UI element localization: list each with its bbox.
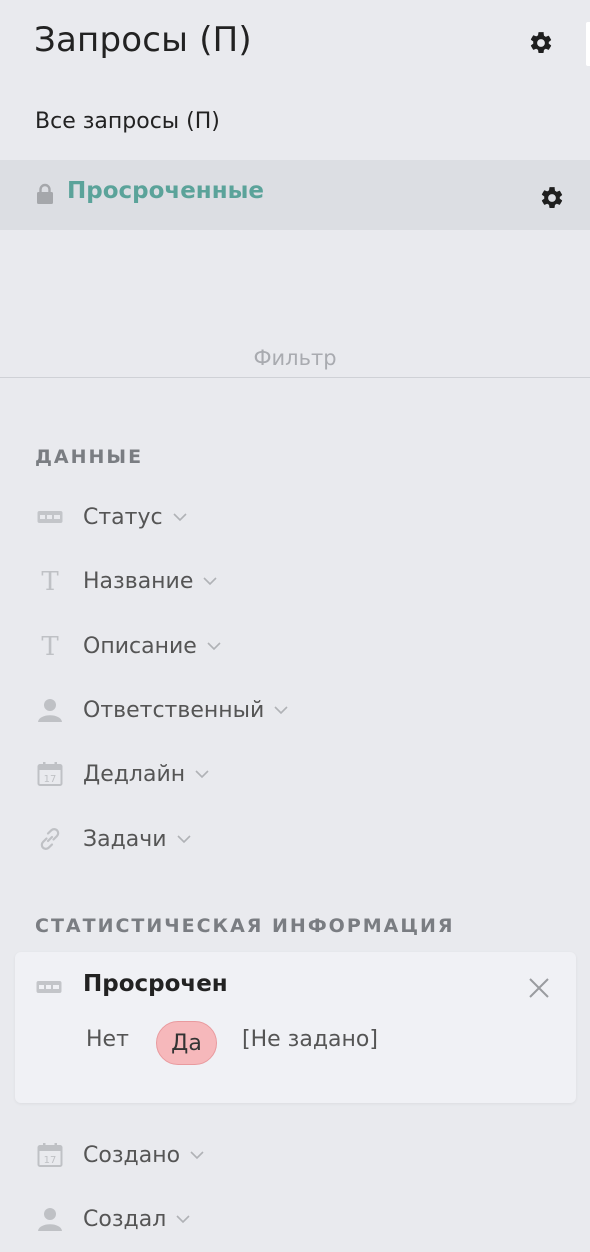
field-created[interactable]: 17 Создано: [36, 1135, 204, 1175]
chevron-down-icon[interactable]: [195, 769, 209, 779]
field-deadline[interactable]: 17 Дедлайн: [36, 754, 209, 794]
user-icon: [36, 696, 64, 724]
field-status[interactable]: Статус: [36, 497, 187, 537]
section-heading-data: ДАННЫЕ: [35, 446, 144, 468]
field-label: Задачи: [83, 826, 167, 852]
svg-text:17: 17: [44, 1155, 57, 1166]
svg-text:T: T: [41, 633, 59, 659]
field-label: Дедлайн: [83, 761, 186, 787]
chevron-down-icon[interactable]: [190, 1150, 204, 1160]
field-assignee[interactable]: Ответственный: [36, 690, 288, 730]
scrollbar-edge[interactable]: [586, 22, 590, 66]
field-created-by[interactable]: Создал: [36, 1199, 190, 1239]
chevron-down-icon[interactable]: [176, 1214, 190, 1224]
field-label: Описание: [83, 633, 197, 659]
user-icon: [36, 1205, 64, 1233]
field-label: Ответственный: [83, 697, 265, 723]
field-name[interactable]: T Название: [36, 561, 217, 601]
chevron-down-icon[interactable]: [177, 834, 191, 844]
chevron-down-icon[interactable]: [207, 641, 221, 651]
all-requests-link[interactable]: Все запросы (П): [35, 109, 220, 134]
view-label-overdue[interactable]: Просроченные: [67, 178, 264, 204]
calendar-icon: 17: [36, 1141, 64, 1169]
lock-icon: [36, 183, 54, 209]
link-icon: [36, 825, 64, 853]
filter-option-no[interactable]: Нет: [86, 1027, 129, 1052]
field-label: Статус: [83, 504, 163, 530]
field-label: Название: [83, 568, 194, 594]
chevron-down-icon[interactable]: [274, 705, 288, 715]
list-icon: [36, 503, 64, 531]
list-icon: [36, 979, 62, 998]
close-icon[interactable]: [528, 977, 550, 1003]
calendar-icon: 17: [36, 760, 64, 788]
filter-option-yes-selected[interactable]: Да: [156, 1021, 217, 1065]
text-icon: T: [36, 632, 64, 660]
svg-text:T: T: [41, 568, 59, 594]
active-filter-title: Просрочен: [83, 971, 228, 997]
field-tasks[interactable]: Задачи: [36, 819, 191, 859]
view-settings-gear-icon[interactable]: [539, 185, 565, 211]
page-title: Запросы (П): [34, 20, 252, 60]
filter-divider: [0, 377, 590, 378]
chevron-down-icon[interactable]: [173, 512, 187, 522]
section-heading-stats: СТАТИСТИЧЕСКАЯ ИНФОРМАЦИЯ: [35, 915, 455, 937]
svg-text:17: 17: [44, 774, 57, 785]
chevron-down-icon[interactable]: [203, 576, 217, 586]
filter-label: Фильтр: [253, 346, 337, 370]
field-label: Создано: [83, 1142, 181, 1168]
filter-option-unset[interactable]: [Не задано]: [242, 1027, 378, 1052]
field-description[interactable]: T Описание: [36, 626, 221, 666]
field-label: Создал: [83, 1206, 167, 1232]
settings-gear-icon[interactable]: [528, 30, 554, 56]
text-icon: T: [36, 567, 64, 595]
